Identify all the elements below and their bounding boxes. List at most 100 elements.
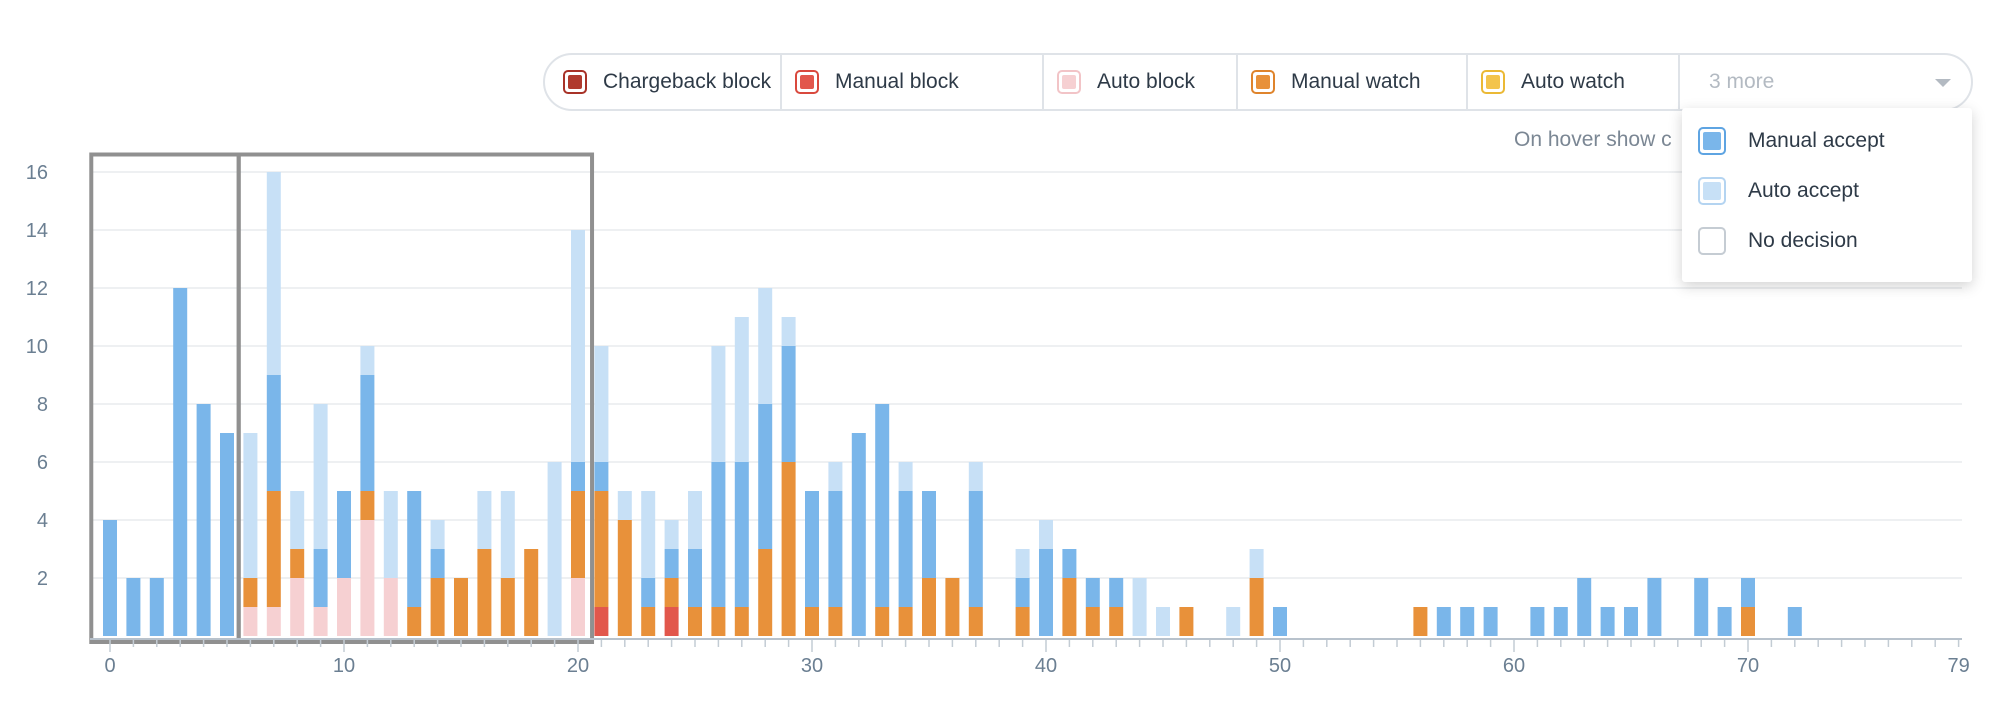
bar-segment [828,462,843,491]
dropdown-item-label: No decision [1748,229,1858,252]
bar-segment [1741,607,1755,636]
bar-segment [126,578,141,636]
bar-segment [1553,607,1568,636]
more-series-select[interactable]: 3 more [1695,55,1971,109]
bar-segment [1624,607,1638,636]
bar-segment [1039,549,1053,636]
legend-item-auto-watch[interactable]: Auto watch [1481,55,1625,109]
bar-segment [875,607,890,636]
bar-segment [664,578,679,607]
chevron-down-icon [1935,79,1951,87]
bar-segment [407,607,422,636]
bar-segment [688,491,702,549]
x-tick-label: 40 [1035,655,1057,677]
bar-segment [968,491,983,607]
bar-segment [477,491,492,549]
bar-segment [617,491,632,520]
bar-segment [594,346,609,462]
bar-segment [664,607,679,636]
legend-item-chargeback-block[interactable]: Chargeback block [563,55,771,109]
bar-segment [337,491,351,578]
x-tick-label: 20 [567,655,589,677]
bar-segment [1062,578,1077,636]
bar-segment [360,375,375,491]
legend-item-label: Manual watch [1291,70,1421,93]
bar-segment [898,491,913,607]
bar-segment [430,549,445,578]
legend-swatch-icon [1481,70,1505,94]
bar-segment [407,491,422,607]
legend-item-label: Auto block [1097,70,1196,93]
bar-segment [922,491,936,578]
bar-segment [1062,549,1077,578]
bar-segment [266,491,281,607]
x-tick-label: 60 [1503,655,1525,677]
more-series-label: 3 more [1709,70,1775,93]
bar-segment [547,462,562,636]
legend-item-auto-block[interactable]: Auto block [1057,55,1195,109]
bar-segment [290,549,305,578]
y-tick-label: 10 [26,336,48,358]
bar-segment [875,404,890,607]
bar-segment [641,578,656,607]
bar-segment [290,491,305,549]
dropdown-item-auto-accept[interactable]: Auto accept [1698,174,1859,208]
bar-segment [968,462,983,491]
bar-segment [641,607,656,636]
bar-segment [266,375,281,491]
bar-segment [617,520,632,636]
y-tick-label: 6 [37,452,48,474]
bar-segment [313,404,328,549]
bar-segment [477,549,492,636]
legend-swatch-icon [563,70,587,94]
bar-segment [711,607,726,636]
bar-segment [805,491,819,607]
legend-item-manual-block[interactable]: Manual block [795,55,959,109]
bar-segment [1741,578,1755,607]
bar-segment [383,578,398,636]
bar-segment [103,520,117,636]
x-tick-label: 30 [801,655,823,677]
bar-segment [641,491,656,578]
legend-item-label: Chargeback block [603,70,772,93]
bar-segment [1015,549,1030,578]
bar-segment [290,578,305,636]
legend-swatch-icon [1251,70,1275,94]
bar-segment [1436,607,1451,636]
y-tick-label: 8 [37,394,48,416]
legend-swatch-icon [795,70,819,94]
bar-segment [173,288,188,636]
bar-segment [360,346,375,375]
bar-segment [945,578,960,636]
y-tick-label: 4 [37,510,48,532]
bar-segment [711,346,726,462]
legend-item-manual-watch[interactable]: Manual watch [1251,55,1421,109]
bar-segment [1015,578,1030,607]
bar-segment [1109,578,1124,607]
bar-segment [149,578,164,636]
hover-note: On hover show c [1514,128,1672,151]
bar-segment [688,607,702,636]
bar-segment [430,520,445,549]
bar-segment [337,578,351,636]
more-series-dropdown[interactable]: Manual accept Auto accept No decision [1682,108,1972,282]
bar-segment [266,607,281,636]
x-tick-label: 50 [1269,655,1291,677]
bar-segment [243,578,258,607]
bar-segment [1249,578,1264,636]
bar-segment [1413,607,1428,636]
dropdown-item-manual-accept[interactable]: Manual accept [1698,124,1885,158]
legend-divider [1236,55,1238,109]
legend-swatch-icon [1698,177,1726,205]
x-tick-label: 79 [1947,655,1969,677]
bar-segment [664,520,679,549]
bar-segment [898,607,913,636]
bar-segment [313,607,328,636]
bar-segment [898,462,913,491]
bar-segment [805,607,819,636]
bar-segment [711,462,726,607]
bar-segment [1132,578,1147,636]
bar-segment [571,230,585,462]
bar-segment [1273,607,1287,636]
dropdown-item-no-decision[interactable]: No decision [1698,224,1858,258]
